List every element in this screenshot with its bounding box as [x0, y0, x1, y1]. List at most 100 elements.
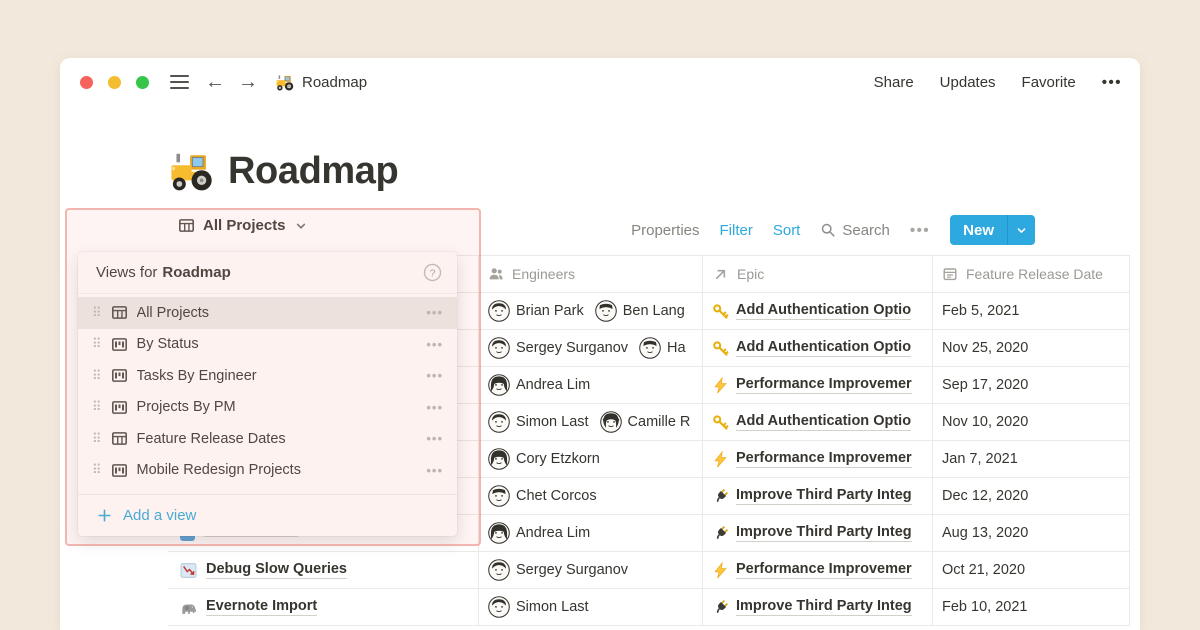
- epic-link[interactable]: Add Authentication Optio: [736, 413, 911, 431]
- epic-link[interactable]: Improve Third Party Integ: [736, 598, 912, 616]
- epic-cell[interactable]: Improve Third Party Integ: [702, 478, 932, 515]
- engineers-cell[interactable]: Brian Park Ben Lang: [478, 293, 702, 330]
- view-item-more-button[interactable]: •••: [426, 368, 443, 383]
- engineer-name: Ha: [667, 340, 686, 356]
- favorite-button[interactable]: Favorite: [1022, 74, 1076, 91]
- date-cell[interactable]: Feb 10, 2021: [932, 589, 1130, 626]
- search-button[interactable]: Search: [820, 222, 890, 239]
- epic-link[interactable]: Improve Third Party Integ: [736, 487, 912, 505]
- filter-button[interactable]: Filter: [720, 222, 753, 239]
- engineer-name: Simon Last: [516, 599, 589, 615]
- drag-handle-icon[interactable]: ⠿: [92, 431, 102, 447]
- drag-handle-icon[interactable]: ⠿: [92, 368, 102, 384]
- updates-button[interactable]: Updates: [940, 74, 996, 91]
- view-item[interactable]: ⠿ All Projects •••: [78, 297, 457, 329]
- column-header[interactable]: Engineers: [478, 256, 702, 293]
- date-value: Oct 21, 2020: [942, 562, 1025, 578]
- epic-cell[interactable]: Performance Improvemer: [702, 441, 932, 478]
- share-button[interactable]: Share: [874, 74, 914, 91]
- engineers-cell[interactable]: Simon Last Camille R: [478, 404, 702, 441]
- epic-cell[interactable]: Add Authentication Optio: [702, 293, 932, 330]
- view-item-label: Mobile Redesign Projects: [137, 462, 418, 478]
- epic-cell[interactable]: Improve Third Party Integ: [702, 515, 932, 552]
- engineers-cell[interactable]: Sergey Surganov: [478, 552, 702, 589]
- epic-cell[interactable]: Performance Improvemer: [702, 367, 932, 404]
- table-view-icon: [111, 304, 128, 321]
- plus-icon: [97, 508, 112, 523]
- views-panel-header-target: Roadmap: [162, 264, 230, 281]
- new-button[interactable]: New: [950, 215, 1007, 245]
- view-selector-button[interactable]: All Projects: [178, 217, 308, 234]
- breadcrumb[interactable]: Roadmap: [276, 73, 367, 92]
- date-cell[interactable]: Oct 21, 2020: [932, 552, 1130, 589]
- sidebar-menu-icon[interactable]: [170, 75, 189, 89]
- view-item[interactable]: ⠿ Mobile Redesign Projects •••: [78, 455, 457, 487]
- new-dropdown-button[interactable]: [1008, 215, 1035, 245]
- traffic-light-zoom[interactable]: [136, 76, 149, 89]
- page-title[interactable]: Roadmap: [228, 150, 398, 193]
- engineers-cell[interactable]: Andrea Lim: [478, 367, 702, 404]
- date-cell[interactable]: Aug 13, 2020: [932, 515, 1130, 552]
- epic-link[interactable]: Improve Third Party Integ: [736, 524, 912, 542]
- epic-link[interactable]: Add Authentication Optio: [736, 339, 911, 357]
- add-view-button[interactable]: Add a view: [78, 495, 457, 535]
- screenshot-stage: ← → Roadmap Share Updates Favorite ••• R…: [0, 0, 1200, 630]
- view-item[interactable]: ⠿ Feature Release Dates •••: [78, 423, 457, 455]
- engineers-cell[interactable]: Sergey Surganov Ha: [478, 330, 702, 367]
- date-value: Jan 7, 2021: [942, 451, 1018, 467]
- toolbar-more-button[interactable]: •••: [910, 222, 930, 239]
- name-cell[interactable]: Evernote Import: [168, 589, 478, 626]
- traffic-light-minimize[interactable]: [108, 76, 121, 89]
- sort-button[interactable]: Sort: [773, 222, 801, 239]
- engineers-cell[interactable]: Chet Corcos: [478, 478, 702, 515]
- view-item[interactable]: ⠿ Tasks By Engineer •••: [78, 360, 457, 392]
- titlebar: ← → Roadmap Share Updates Favorite •••: [60, 58, 1140, 106]
- name-cell[interactable]: Debug Slow Queries: [168, 552, 478, 589]
- date-cell[interactable]: Nov 25, 2020: [932, 330, 1130, 367]
- view-item[interactable]: ⠿ Projects By PM •••: [78, 392, 457, 424]
- drag-handle-icon[interactable]: ⠿: [92, 399, 102, 415]
- engineer-name: Cory Etzkorn: [516, 451, 600, 467]
- view-selector-label: All Projects: [203, 217, 286, 234]
- epic-link[interactable]: Performance Improvemer: [736, 376, 912, 394]
- date-cell[interactable]: Dec 12, 2020: [932, 478, 1130, 515]
- epic-cell[interactable]: Improve Third Party Integ: [702, 589, 932, 626]
- engineers-cell[interactable]: Cory Etzkorn: [478, 441, 702, 478]
- forward-button[interactable]: →: [238, 72, 258, 92]
- epic-cell[interactable]: Add Authentication Optio: [702, 330, 932, 367]
- view-item-more-button[interactable]: •••: [426, 400, 443, 415]
- project-name-link[interactable]: Evernote Import: [206, 598, 317, 616]
- tractor-icon[interactable]: [170, 148, 216, 194]
- epic-link[interactable]: Add Authentication Optio: [736, 302, 911, 320]
- view-item-more-button[interactable]: •••: [426, 337, 443, 352]
- engineers-cell[interactable]: Simon Last: [478, 589, 702, 626]
- drag-handle-icon[interactable]: ⠿: [92, 305, 102, 321]
- engineers-cell[interactable]: Andrea Lim: [478, 515, 702, 552]
- column-header[interactable]: Epic: [702, 256, 932, 293]
- engineer-chip: Cory Etzkorn: [488, 448, 600, 470]
- view-item-more-button[interactable]: •••: [426, 305, 443, 320]
- view-item-label: Tasks By Engineer: [137, 368, 418, 384]
- view-item-more-button[interactable]: •••: [426, 463, 443, 478]
- traffic-light-close[interactable]: [80, 76, 93, 89]
- project-name-link[interactable]: Debug Slow Queries: [206, 561, 347, 579]
- more-options-button[interactable]: •••: [1102, 74, 1122, 91]
- epic-link[interactable]: Performance Improvemer: [736, 450, 912, 468]
- view-item[interactable]: ⠿ By Status •••: [78, 329, 457, 361]
- engineer-chip: Simon Last: [488, 596, 589, 618]
- date-cell[interactable]: Jan 7, 2021: [932, 441, 1130, 478]
- help-icon[interactable]: ?: [423, 263, 442, 282]
- epic-cell[interactable]: Performance Improvemer: [702, 552, 932, 589]
- date-cell[interactable]: Feb 5, 2021: [932, 293, 1130, 330]
- date-cell[interactable]: Sep 17, 2020: [932, 367, 1130, 404]
- view-item-more-button[interactable]: •••: [426, 431, 443, 446]
- drag-handle-icon[interactable]: ⠿: [92, 462, 102, 478]
- epic-link[interactable]: Performance Improvemer: [736, 561, 912, 579]
- drag-handle-icon[interactable]: ⠿: [92, 336, 102, 352]
- view-item-label: All Projects: [137, 305, 418, 321]
- epic-cell[interactable]: Add Authentication Optio: [702, 404, 932, 441]
- column-header[interactable]: Feature Release Date: [932, 256, 1130, 293]
- back-button[interactable]: ←: [205, 72, 225, 92]
- properties-button[interactable]: Properties: [631, 222, 699, 239]
- date-cell[interactable]: Nov 10, 2020: [932, 404, 1130, 441]
